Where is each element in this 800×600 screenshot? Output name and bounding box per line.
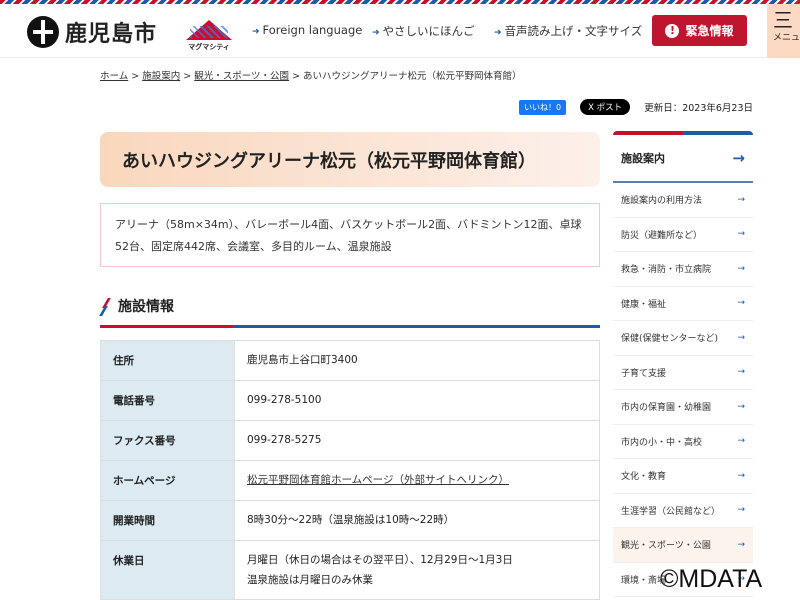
table-row: 住所 鹿児島市上谷口町3400	[100, 340, 600, 381]
homepage-link[interactable]: 松元平野岡体育館ホームページ（外部サイトへリンク）	[247, 474, 509, 486]
arrow-right-icon: →	[732, 149, 745, 167]
sidebar-item-label: 施設案内の利用方法	[621, 196, 703, 207]
arrow-right-icon: →	[737, 298, 745, 309]
table-row: 休業日 月曜日（休日の場合はその翌平日）、12月29日～1月3日 温泉施設は月曜日の…	[100, 540, 600, 600]
arrow-right-icon: ➜	[372, 28, 380, 38]
social-bar: いいね！0 X ポスト 更新日：2023年6月23日	[519, 99, 753, 115]
section-heading: 施設情報	[99, 296, 600, 328]
closed-days-note: 温泉施設は月曜日のみ休業	[247, 574, 373, 586]
hamburger-icon: 三	[773, 8, 793, 32]
arrow-right-icon: ➜	[494, 28, 502, 38]
row-value: 月曜日（休日の場合はその翌平日）、12月29日～1月3日 温泉施設は月曜日のみ休業	[234, 540, 600, 600]
sidebar-item[interactable]: 保健(保健センターなど) →	[613, 321, 753, 356]
arrow-right-icon: →	[737, 539, 745, 550]
sidebar-item-label: 市内の小・中・高校	[621, 437, 703, 448]
alert-icon: !	[665, 23, 680, 38]
x-post-button[interactable]: X ポスト	[580, 99, 631, 115]
slash-icon	[99, 298, 111, 316]
table-row: ホームページ 松元平野岡体育館ホームページ（外部サイトへリンク）	[100, 460, 600, 501]
sidebar-item[interactable]: 生涯学習（公民館など） →	[613, 494, 753, 528]
menu-label: メニュー	[773, 33, 800, 43]
sidebar-item[interactable]: 施設案内の利用方法 →	[613, 183, 753, 218]
page-title: あいハウジングアリーナ松元（松元平野岡体育館）	[100, 132, 600, 187]
section-title: 施設情報	[118, 299, 174, 315]
sidebar-item[interactable]: 観光・スポーツ・公園 →	[613, 528, 753, 563]
arrow-right-icon: →	[737, 229, 745, 240]
table-row: 電話番号 099-278-5100	[100, 380, 600, 421]
magma-city-logo[interactable]: マグマシティ	[182, 14, 236, 54]
sidebar-item[interactable]: 救急・消防・市立病院 →	[613, 252, 753, 287]
city-emblem-icon	[27, 16, 59, 48]
row-label: ファクス番号	[100, 420, 235, 461]
row-label: 電話番号	[100, 380, 235, 421]
breadcrumb-facilities[interactable]: 施設案内	[142, 71, 180, 82]
sidebar-item-label: 保健(保健センターなど)	[621, 334, 719, 345]
sidebar-item-label: 市内の保育園・幼稚園	[621, 403, 712, 414]
table-row: 開業時間 8時30分～22時（温泉施設は10時～22時）	[100, 500, 600, 541]
closed-days: 月曜日（休日の場合はその翌平日）、12月29日～1月3日	[247, 554, 513, 566]
row-value: 松元平野岡体育館ホームページ（外部サイトへリンク）	[234, 460, 600, 501]
sidebar-item[interactable]: 市内の小・中・高校 →	[613, 425, 753, 459]
emergency-info-button[interactable]: ! 緊急情報	[652, 15, 747, 46]
arrow-right-icon: →	[737, 401, 745, 412]
foreign-language-link[interactable]: ➜ Foreign language	[252, 23, 362, 37]
sidebar-title-link[interactable]: 施設案内 →	[613, 135, 753, 183]
arrow-right-icon: →	[737, 470, 745, 481]
facility-info-table: 住所 鹿児島市上谷口町3400 電話番号 099-278-5100 ファクス番号 09…	[100, 340, 600, 600]
updated-date: 更新日：2023年6月23日	[644, 103, 753, 114]
magma-logo-pattern	[190, 26, 228, 38]
breadcrumb-home[interactable]: ホーム	[100, 71, 128, 82]
magma-logo-text: マグマシティ	[188, 43, 230, 51]
row-value: 099-278-5100	[234, 380, 600, 421]
row-label: 休業日	[100, 540, 235, 600]
sidebar-item[interactable]: 文化・教育 →	[613, 459, 753, 494]
table-row: ファクス番号 099-278-5275	[100, 420, 600, 461]
sidebar-item-label: 防災（避難所など）	[621, 230, 703, 241]
breadcrumb: ホーム > 施設案内 > 観光・スポーツ・公園 > あいハウジングアリーナ松元（…	[100, 71, 522, 82]
arrow-right-icon: →	[737, 194, 745, 205]
row-label: ホームページ	[100, 460, 235, 501]
emergency-label: 緊急情報	[685, 24, 734, 38]
city-logo[interactable]: 鹿児島市	[27, 16, 157, 48]
sidebar-item[interactable]: 市内の保育園・幼稚園 →	[613, 390, 753, 425]
arrow-right-icon: ➜	[252, 27, 260, 37]
sidebar-item[interactable]: 防災（避難所など） →	[613, 218, 753, 252]
sidebar-item-label: 健康・福祉	[621, 299, 667, 310]
sidebar-item-label: 救急・消防・市立病院	[621, 265, 712, 276]
city-name: 鹿児島市	[65, 22, 158, 47]
row-value: 8時30分～22時（温泉施設は10時～22時）	[234, 500, 600, 541]
sidebar-item-label: 文化・教育	[621, 472, 667, 483]
arrow-right-icon: →	[737, 332, 745, 343]
sidebar-title: 施設案内	[621, 152, 665, 165]
breadcrumb-current: あいハウジングアリーナ松元（松元平野岡体育館）	[303, 71, 522, 82]
sidebar-item-label: 生涯学習（公民館など）	[621, 506, 721, 517]
easy-japanese-link[interactable]: ➜ やさしいにほんご	[372, 23, 475, 39]
breadcrumb-tourism[interactable]: 観光・スポーツ・公園	[194, 71, 289, 82]
row-label: 開業時間	[100, 500, 235, 541]
facility-description: アリーナ（58m×34m）、バレーボール4面、バスケットボール2面、バドミントン…	[100, 203, 600, 267]
sidebar: 施設案内 → 施設案内の利用方法 → 防災（避難所など） → 救急・消防・市立病院 → 健康・…	[613, 131, 753, 597]
sidebar-item[interactable]: 健康・福祉 →	[613, 287, 753, 321]
arrow-right-icon: →	[737, 263, 745, 274]
row-label: 住所	[100, 340, 235, 381]
link-label: 音声読み上げ・文字サイズ	[504, 24, 643, 38]
site-header: 鹿児島市 マグマシティ ➜ Foreign language ➜ やさしいにほんご …	[0, 4, 800, 58]
arrow-right-icon: →	[737, 367, 745, 378]
row-value: 099-278-5275	[234, 420, 600, 461]
accessibility-link[interactable]: ➜ 音声読み上げ・文字サイズ	[494, 23, 642, 39]
arrow-right-icon: →	[737, 436, 745, 447]
arrow-right-icon: →	[737, 505, 745, 516]
facebook-like-button[interactable]: いいね！0	[519, 99, 567, 115]
row-value: 鹿児島市上谷口町3400	[234, 340, 600, 381]
sidebar-item-label: 観光・スポーツ・公園	[621, 541, 711, 552]
sidebar-item[interactable]: 子育て支援 →	[613, 356, 753, 390]
link-label: やさしいにほんご	[382, 24, 475, 38]
watermark: ©MDATA	[660, 565, 763, 593]
link-label: Foreign language	[262, 23, 363, 37]
sidebar-item-label: 子育て支援	[621, 368, 667, 379]
menu-button[interactable]: 三メニュー	[767, 4, 800, 58]
